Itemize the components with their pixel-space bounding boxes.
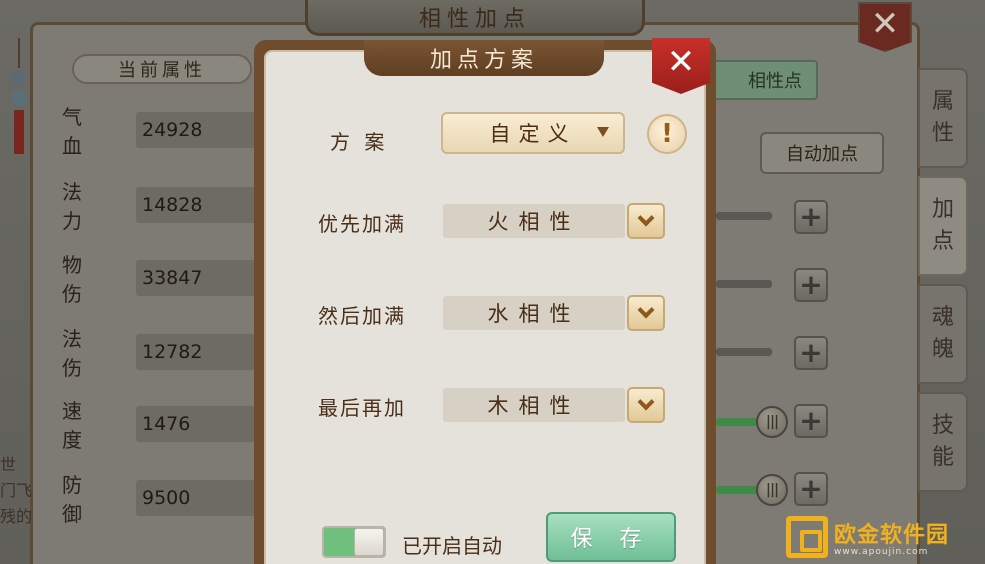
panel-close-button[interactable]: ✕ [858, 2, 912, 52]
priority-3-label: 最后再加 [318, 396, 406, 420]
stat-row-magic-damage: 法 伤 12782 [62, 327, 286, 380]
side-tab-label: 属 性 [931, 89, 954, 146]
add-point-button[interactable]: + [794, 200, 828, 234]
dialog-close-button[interactable]: ✕ [652, 38, 710, 94]
attribute-points-tab[interactable]: 相性点 [700, 60, 818, 100]
side-tab-label: 魂 魄 [931, 305, 954, 362]
priority-2-attribute[interactable]: 水相性 [443, 296, 625, 330]
scheme-label: 方 案 [330, 130, 389, 154]
chevron-down-icon [637, 393, 655, 411]
side-tab-label: 加 点 [931, 197, 954, 254]
attribute-slider-track[interactable] [716, 348, 772, 356]
add-point-button[interactable]: + [794, 472, 828, 506]
exclamation-icon: ! [661, 119, 673, 149]
chat-text-fragment: 世 门飞 残的 [0, 455, 33, 526]
stat-label: 物 伤 [62, 253, 90, 306]
auto-add-points-button[interactable]: 自动加点 [760, 132, 884, 174]
priority-3-dropdown-button[interactable] [627, 387, 665, 423]
scheme-value: 自定义 [489, 122, 577, 146]
side-tab-attributes[interactable]: 属 性 [918, 68, 968, 168]
priority-1-dropdown-button[interactable] [627, 203, 665, 239]
side-tab-skills[interactable]: 技 能 [918, 392, 968, 492]
caret-down-icon [597, 127, 609, 137]
stat-row-mp: 法 力 14828 [62, 180, 286, 233]
attribute-slider-track[interactable] [716, 280, 772, 288]
current-attributes-tab[interactable]: 当前属性 [72, 54, 252, 84]
grip-icon: ||| [765, 482, 779, 498]
close-icon: ✕ [870, 4, 900, 44]
add-points-scheme-dialog: 方 案 自定义 ! 优先加满 火相性 然后加满 水相性 最后再加 木相性 已开启… [254, 38, 716, 564]
attribute-slider-track[interactable] [716, 212, 772, 220]
site-watermark: 欧金软件园 www.apoujin.com [786, 512, 982, 562]
stat-label: 防 御 [62, 473, 90, 526]
tassel-ornament-icon [11, 38, 27, 154]
slider-knob[interactable]: ||| [756, 474, 788, 506]
priority-1-attribute[interactable]: 火相性 [443, 204, 625, 238]
add-point-button[interactable]: + [794, 404, 828, 438]
plus-icon: + [799, 404, 823, 437]
auto-add-toggle[interactable] [322, 526, 386, 558]
plus-icon: + [799, 268, 823, 301]
priority-1-label: 优先加满 [318, 212, 406, 236]
save-button[interactable]: 保 存 [546, 512, 676, 562]
stat-label: 法 伤 [62, 327, 90, 380]
watermark-url: www.apoujin.com [834, 547, 929, 557]
chevron-down-icon [637, 209, 655, 227]
dialog-title: 加点方案 [364, 40, 604, 76]
plus-icon: + [799, 472, 823, 505]
watermark-logo-icon [786, 516, 828, 558]
dialog-body: 方 案 自定义 ! 优先加满 火相性 然后加满 水相性 最后再加 木相性 已开启… [264, 50, 706, 564]
priority-2-dropdown-button[interactable] [627, 295, 665, 331]
grip-icon: ||| [765, 414, 779, 430]
plus-icon: + [799, 200, 823, 233]
side-tab-add-points[interactable]: 加 点 [918, 176, 968, 276]
side-tab-label: 技 能 [931, 413, 954, 470]
info-button[interactable]: ! [647, 114, 687, 154]
panel-title: 相性加点 [305, 0, 645, 36]
stat-label: 气 血 [62, 105, 90, 158]
watermark-main: 欧金软件园 [834, 523, 950, 548]
stat-row-hp: 气 血 24928 [62, 105, 286, 158]
close-icon: ✕ [666, 42, 696, 82]
add-point-button[interactable]: + [794, 268, 828, 302]
stat-row-physical-damage: 物 伤 33847 [62, 253, 286, 306]
add-point-button[interactable]: + [794, 336, 828, 370]
priority-2-label: 然后加满 [318, 304, 406, 328]
chevron-down-icon [637, 301, 655, 319]
watermark-text: 欧金软件园 www.apoujin.com [834, 517, 949, 557]
stat-row-speed: 速 度 1476 [62, 399, 286, 452]
slider-knob[interactable]: ||| [756, 406, 788, 438]
stat-row-defense: 防 御 9500 [62, 473, 286, 526]
plus-icon: + [799, 336, 823, 369]
side-tab-soul[interactable]: 魂 魄 [918, 284, 968, 384]
auto-add-toggle-label: 已开启自动 [402, 534, 502, 558]
stat-label: 速 度 [62, 399, 90, 452]
priority-3-attribute[interactable]: 木相性 [443, 388, 625, 422]
stat-label: 法 力 [62, 180, 90, 233]
scheme-select[interactable]: 自定义 [441, 112, 625, 154]
toggle-knob[interactable] [354, 528, 384, 556]
